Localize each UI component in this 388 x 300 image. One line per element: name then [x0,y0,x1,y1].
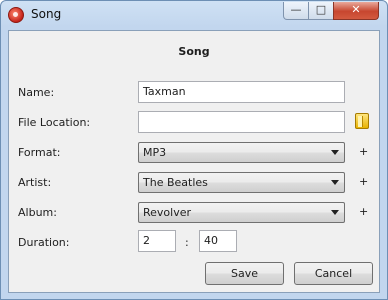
window-title: Song [31,7,62,21]
duration-minutes-input[interactable]: 2 [138,230,176,252]
file-location-input[interactable] [138,111,345,133]
folder-icon[interactable] [355,113,369,129]
chevron-down-icon [331,210,339,215]
artist-value: The Beatles [143,176,208,189]
format-select[interactable]: MP3 [138,142,345,163]
duration-separator: : [185,236,189,249]
app-icon[interactable] [8,7,24,23]
duration-label: Duration: [18,236,70,249]
close-button[interactable]: ✕ [333,2,379,20]
album-label: Album: [18,206,57,219]
form-heading: Song [178,45,210,58]
save-button[interactable]: Save [205,262,284,285]
artist-select[interactable]: The Beatles [138,172,345,193]
format-value: MP3 [143,146,167,159]
chevron-down-icon [331,180,339,185]
chevron-down-icon [331,150,339,155]
cancel-button[interactable]: Cancel [294,262,373,285]
add-format-button[interactable]: + [359,145,368,158]
duration-seconds-input[interactable]: 40 [199,230,237,252]
format-label: Format: [18,146,61,159]
artist-label: Artist: [18,176,52,189]
minimize-button[interactable]: — [283,2,309,20]
album-value: Revolver [143,206,192,219]
name-label: Name: [18,86,55,99]
file-location-label: File Location: [18,116,91,129]
dialog-content: Song Name: Taxman File Location: Format:… [8,30,380,293]
maximize-button[interactable]: □ [308,2,334,20]
album-select[interactable]: Revolver [138,202,345,223]
add-album-button[interactable]: + [359,205,368,218]
add-artist-button[interactable]: + [359,175,368,188]
name-input[interactable]: Taxman [138,81,345,103]
song-dialog-window: Song — □ ✕ Song Name: Taxman File Locati… [0,0,388,300]
title-bar[interactable]: Song — □ ✕ [1,1,387,29]
